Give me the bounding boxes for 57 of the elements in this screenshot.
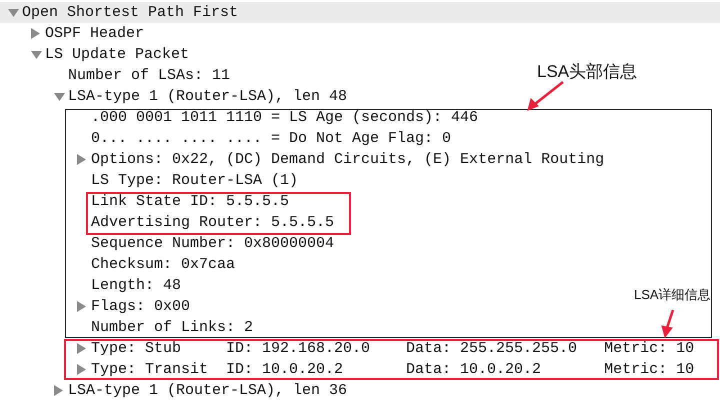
tree-row[interactable]: OSPF Header (0, 23, 144, 44)
field-text: Metric: 10 (604, 340, 694, 357)
tree-item-text: 0... .... .... .... = Do Not Age Flag: 0 (91, 130, 452, 147)
tree-item-text: Number of LSAs: 11 (68, 67, 230, 84)
tree-row[interactable]: Flags: 0x00 (0, 296, 190, 317)
tree-item-text: Open Shortest Path First (22, 4, 238, 21)
tree-item-text: Options: 0x22, (DC) Demand Circuits, (E) External Routing (91, 151, 604, 168)
tree-item-text: Checksum: 0x7caa (91, 256, 236, 273)
field-text: Data: 10.0.20.2 (406, 361, 542, 378)
tree-row[interactable]: LS Type: Router-LSA (1) (0, 170, 298, 191)
tree-row[interactable]: Options: 0x22, (DC) Demand Circuits, (E) External Routing (0, 149, 604, 170)
field-text: ID: 10.0.20.2 (226, 361, 344, 378)
tree-item-text: LS Type: Router-LSA (1) (91, 172, 298, 189)
tree-item-text: Flags: 0x00 (91, 298, 190, 315)
expanded-triangle-icon[interactable] (54, 92, 65, 100)
tree-item-text: LSA-type 1 (Router-LSA), len 48 (68, 88, 348, 105)
tree-row[interactable]: Checksum: 0x7caa (0, 254, 236, 275)
tree-row[interactable]: .000 0001 1011 1110 = LS Age (seconds): 446 (0, 107, 478, 128)
tree-row[interactable]: Type: Transit ID: 10.0.20.2 Data: 10.0.20.2 Metric: 10 (0, 359, 694, 380)
field-text: Type: Transit (91, 361, 208, 378)
annotation-label: LSA详细信息 (634, 286, 711, 304)
collapsed-triangle-icon[interactable] (77, 343, 86, 354)
tree-item-text: Length: 48 (91, 277, 182, 294)
field-text: ID: 192.168.20.0 (226, 340, 370, 357)
collapsed-triangle-icon[interactable] (77, 154, 86, 165)
tree-row[interactable]: 0... .... .... .... = Do Not Age Flag: 0 (0, 128, 452, 149)
tree-item-text: LS Update Packet (45, 46, 190, 63)
tree-item-text: LSA-type 1 (Router-LSA), len 36 (68, 382, 348, 399)
tree-row[interactable]: LSA-type 1 (Router-LSA), len 48 (0, 86, 348, 107)
tree-item-text: Advertising Router: 5.5.5.5 (91, 214, 334, 231)
expanded-triangle-icon[interactable] (31, 50, 42, 58)
tree-item-text: Sequence Number: 0x80000004 (91, 235, 334, 252)
tree-item-text: Link State ID: 5.5.5.5 (91, 193, 290, 210)
annotation-label: LSA头部信息 (537, 61, 638, 83)
tree-row[interactable]: LSA-type 1 (Router-LSA), len 36 (0, 380, 348, 400)
tree-item-text: OSPF Header (45, 25, 144, 42)
collapsed-triangle-icon[interactable] (77, 364, 86, 375)
tree-row[interactable]: Open Shortest Path First (0, 2, 720, 23)
field-text: Data: 255.255.255.0 (406, 340, 578, 357)
tree-row[interactable]: Type: Stub ID: 192.168.20.0 Data: 255.255.255.0 Metric: 10 (0, 338, 694, 359)
tree-row[interactable]: Link State ID: 5.5.5.5 (0, 191, 290, 212)
tree-row[interactable]: Length: 48 (0, 275, 182, 296)
collapsed-triangle-icon[interactable] (77, 301, 86, 312)
tree-row[interactable]: LS Update Packet (0, 44, 190, 65)
field-text: Type: Stub (91, 340, 182, 357)
expanded-triangle-icon[interactable] (8, 8, 19, 16)
collapsed-triangle-icon[interactable] (31, 28, 40, 39)
tree-item-text: .000 0001 1011 1110 = LS Age (seconds): 446 (91, 109, 478, 126)
collapsed-triangle-icon[interactable] (54, 385, 63, 396)
tree-row[interactable]: Sequence Number: 0x80000004 (0, 233, 334, 254)
tree-row[interactable]: Number of LSAs: 11 (0, 65, 230, 86)
field-text: Metric: 10 (604, 361, 694, 378)
tree-row[interactable]: Number of Links: 2 (0, 317, 254, 338)
arrow (527, 81, 564, 111)
arrow (661, 310, 674, 338)
tree-item-text: Number of Links: 2 (91, 319, 254, 336)
tree-row[interactable]: Advertising Router: 5.5.5.5 (0, 212, 334, 233)
